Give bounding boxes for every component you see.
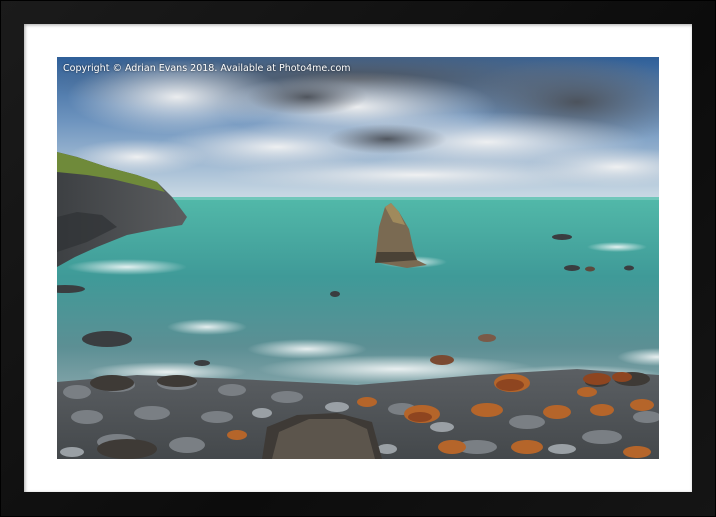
seascape-photo: Copyright © Adrian Evans 2018. Available… [57, 57, 659, 459]
copyright-watermark: Copyright © Adrian Evans 2018. Available… [63, 63, 351, 74]
